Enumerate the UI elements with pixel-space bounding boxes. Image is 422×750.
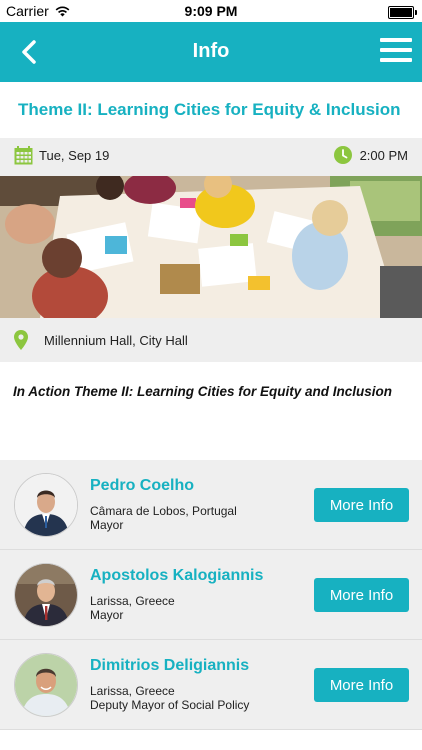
speaker-name[interactable]: Apostolos Kalogiannis (90, 567, 263, 585)
calendar-icon (14, 146, 33, 165)
speaker-name[interactable]: Pedro Coelho (90, 477, 194, 495)
speaker-role: Deputy Mayor of Social Policy (90, 698, 250, 712)
event-location: Millennium Hall, City Hall (44, 332, 188, 348)
speaker-row[interactable]: Dimitrios Deligiannis Larissa, Greece De… (0, 640, 422, 730)
speaker-row[interactable]: Pedro Coelho Câmara de Lobos, Portugal M… (0, 460, 422, 550)
status-bar: Carrier 9:09 PM (0, 0, 422, 22)
time-group: 2:00 PM (333, 146, 408, 164)
speaker-row[interactable]: Apostolos Kalogiannis Larissa, Greece Ma… (0, 550, 422, 640)
clock-icon (333, 146, 352, 164)
menu-icon[interactable] (380, 38, 412, 64)
speaker-location: Larissa, Greece (90, 594, 175, 608)
event-photo (0, 176, 422, 318)
avatar (14, 653, 78, 717)
more-info-button[interactable]: More Info (314, 578, 409, 612)
event-title: Theme II: Learning Cities for Equity & I… (18, 100, 401, 119)
event-time: 2:00 PM (359, 147, 408, 163)
avatar (14, 473, 78, 537)
speaker-role: Mayor (90, 518, 124, 532)
speaker-list: Pedro Coelho Câmara de Lobos, Portugal M… (0, 460, 422, 730)
location-row[interactable]: Millennium Hall, City Hall (0, 318, 422, 362)
speaker-location: Larissa, Greece (90, 684, 175, 698)
page-title: Info (192, 40, 230, 62)
more-info-button[interactable]: More Info (314, 668, 409, 702)
nav-bar: Info (0, 22, 422, 82)
meeting-photo-illustration (0, 176, 422, 318)
date-time-row: Tue, Sep 19 2:00 PM (0, 138, 422, 176)
speaker-role: Mayor (90, 608, 124, 622)
battery-icon (388, 6, 417, 19)
map-pin-icon (14, 330, 28, 350)
event-description: In Action Theme II: Learning Cities for … (13, 384, 393, 399)
speaker-location: Câmara de Lobos, Portugal (90, 504, 237, 518)
date-group: Tue, Sep 19 (14, 146, 109, 165)
speaker-name[interactable]: Dimitrios Deligiannis (90, 657, 249, 675)
event-date: Tue, Sep 19 (39, 148, 110, 163)
avatar (14, 563, 78, 627)
more-info-button[interactable]: More Info (314, 488, 409, 522)
status-time: 9:09 PM (184, 3, 238, 19)
